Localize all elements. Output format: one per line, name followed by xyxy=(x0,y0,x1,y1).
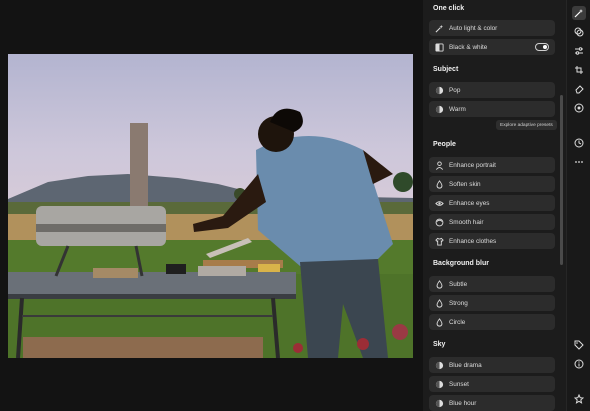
more-icon[interactable] xyxy=(572,155,586,169)
hair-icon xyxy=(435,218,444,227)
sky-blue-drama-button[interactable]: Blue drama xyxy=(429,357,555,373)
preset-icon xyxy=(435,380,444,389)
photo-canvas xyxy=(0,0,423,411)
section-title-one-click: One click xyxy=(433,5,465,12)
droplet-icon xyxy=(435,317,444,327)
sky-blue-hour-button[interactable]: Blue hour xyxy=(429,395,555,411)
preset-pop-label: Pop xyxy=(449,86,461,94)
enhance-eyes-label: Enhance eyes xyxy=(449,199,490,207)
layers-icon[interactable] xyxy=(572,25,586,39)
auto-wand-icon xyxy=(435,24,444,33)
panel-scrollbar[interactable] xyxy=(560,0,564,411)
blur-circle-label: Circle xyxy=(449,318,466,326)
enhance-portrait-label: Enhance portrait xyxy=(449,161,496,169)
enhance-eyes-button[interactable]: Enhance eyes xyxy=(429,195,555,211)
section-title-subject: Subject xyxy=(433,66,459,73)
blur-subtle-button[interactable]: Subtle xyxy=(429,276,555,292)
sky-blue-hour-label: Blue hour xyxy=(449,399,477,407)
sky-sunset-button[interactable]: Sunset xyxy=(429,376,555,392)
preset-icon xyxy=(435,361,444,370)
preset-icon xyxy=(435,399,444,408)
history-icon[interactable] xyxy=(572,136,586,150)
blur-subtle-label: Subtle xyxy=(449,280,468,288)
auto-light-color-button[interactable]: Auto light & color xyxy=(429,20,555,36)
enhance-clothes-button[interactable]: Enhance clothes xyxy=(429,233,555,249)
tool-rail xyxy=(566,0,590,411)
scrollbar-thumb[interactable] xyxy=(560,95,563,265)
black-white-button[interactable]: Black & white xyxy=(429,39,555,55)
quick-actions-icon[interactable] xyxy=(572,6,586,20)
target-icon[interactable] xyxy=(572,101,586,115)
star-icon[interactable] xyxy=(572,392,586,406)
tag-icon[interactable] xyxy=(572,338,586,352)
soften-skin-label: Soften skin xyxy=(449,180,481,188)
soften-skin-button[interactable]: Soften skin xyxy=(429,176,555,192)
explore-presets-tooltip: Explore adaptive presets xyxy=(496,120,557,130)
section-title-background-blur: Background blur xyxy=(433,260,490,267)
droplet-icon xyxy=(435,179,444,189)
eye-icon xyxy=(435,199,444,208)
info-icon[interactable] xyxy=(572,357,586,371)
blur-circle-button[interactable]: Circle xyxy=(429,314,555,330)
section-title-sky: Sky xyxy=(433,341,446,348)
black-white-icon xyxy=(435,42,444,52)
blur-strong-label: Strong xyxy=(449,299,468,307)
preset-icon xyxy=(435,105,444,114)
enhance-clothes-label: Enhance clothes xyxy=(449,237,497,245)
smooth-hair-button[interactable]: Smooth hair xyxy=(429,214,555,230)
section-title-people: People xyxy=(433,141,456,148)
eraser-icon[interactable] xyxy=(572,82,586,96)
photo-image xyxy=(8,54,413,358)
adjust-sliders-icon[interactable] xyxy=(572,44,586,58)
edited-photo[interactable] xyxy=(8,54,413,358)
shirt-icon xyxy=(435,237,444,246)
preset-pop-button[interactable]: Pop xyxy=(429,82,555,98)
adaptive-presets-panel: One click Auto light & color Black & whi… xyxy=(423,0,566,411)
blur-strong-button[interactable]: Strong xyxy=(429,295,555,311)
droplet-icon xyxy=(435,279,444,289)
toggle-knob xyxy=(543,45,547,49)
preset-warm-label: Warm xyxy=(449,105,466,113)
auto-light-color-label: Auto light & color xyxy=(449,24,498,32)
preset-warm-button[interactable]: Warm xyxy=(429,101,555,117)
black-white-label: Black & white xyxy=(449,43,488,51)
sky-sunset-label: Sunset xyxy=(449,380,469,388)
smooth-hair-label: Smooth hair xyxy=(449,218,484,226)
person-icon xyxy=(435,160,444,170)
preset-icon xyxy=(435,86,444,95)
black-white-toggle[interactable] xyxy=(535,43,549,51)
droplet-icon xyxy=(435,298,444,308)
enhance-portrait-button[interactable]: Enhance portrait xyxy=(429,157,555,173)
sky-blue-drama-label: Blue drama xyxy=(449,361,482,369)
crop-icon[interactable] xyxy=(572,63,586,77)
